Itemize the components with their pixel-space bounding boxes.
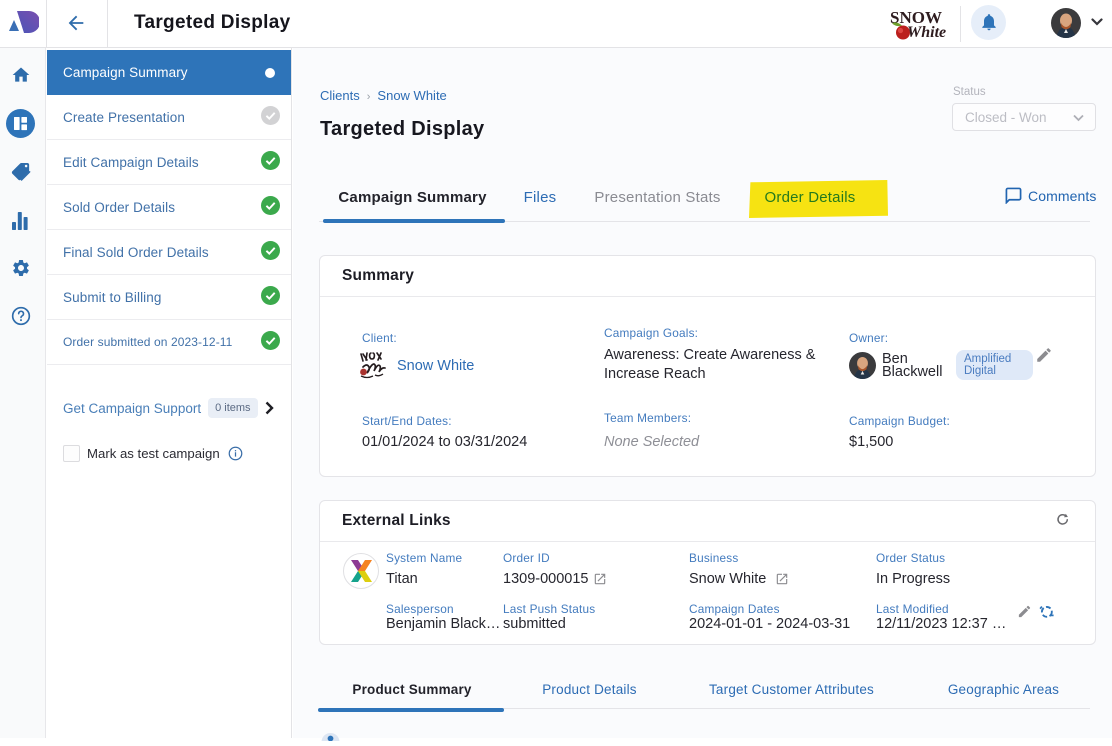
svg-text:White: White	[907, 24, 946, 41]
